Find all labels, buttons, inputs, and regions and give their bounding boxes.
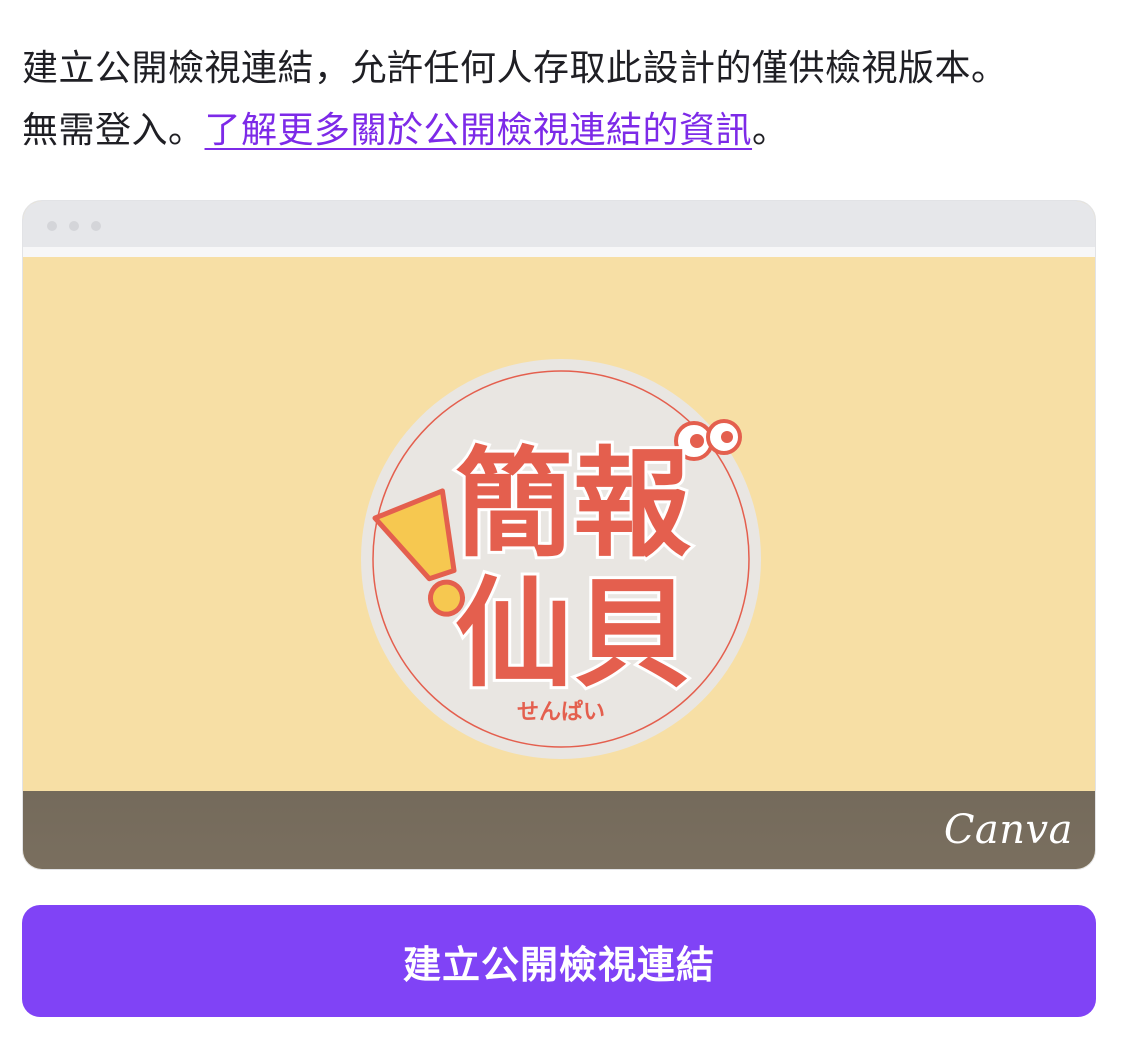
window-dot-icon [91, 221, 101, 231]
design-canvas: 簡報 仙貝 せんぱい [23, 257, 1095, 792]
logo-title-bottom: 仙貝 [455, 565, 691, 703]
description-text: 建立公開檢視連結，允許任何人存取此設計的僅供檢視版本。 無需登入。了解更多關於公… [22, 38, 1102, 162]
share-public-view-panel: 建立公開檢視連結，允許任何人存取此設計的僅供檢視版本。 無需登入。了解更多關於公… [0, 0, 1126, 1042]
preview-footer-bar: Canva [23, 791, 1095, 869]
create-public-view-link-button[interactable]: 建立公開檢視連結 [22, 905, 1096, 1017]
description-line-2-prefix: 無需登入。 [22, 110, 205, 151]
logo-subtitle: せんぱい [517, 699, 605, 725]
description-line-2-suffix: 。 [752, 110, 789, 151]
description-line-1: 建立公開檢視連結，允許任何人存取此設計的僅供檢視版本。 [22, 48, 1008, 89]
logo-title-top: 簡報 [455, 435, 691, 573]
browser-address-strip [23, 247, 1095, 257]
design-preview: 簡報 仙貝 せんぱい Canva [22, 200, 1096, 870]
learn-more-link[interactable]: 了解更多關於公開檢視連結的資訊 [205, 110, 753, 151]
window-dot-icon [69, 221, 79, 231]
canva-brand-logo: Canva [943, 807, 1073, 853]
senpai-logo: 簡報 仙貝 せんぱい [361, 359, 761, 759]
window-dot-icon [47, 221, 57, 231]
browser-chrome-bar [23, 201, 1095, 247]
